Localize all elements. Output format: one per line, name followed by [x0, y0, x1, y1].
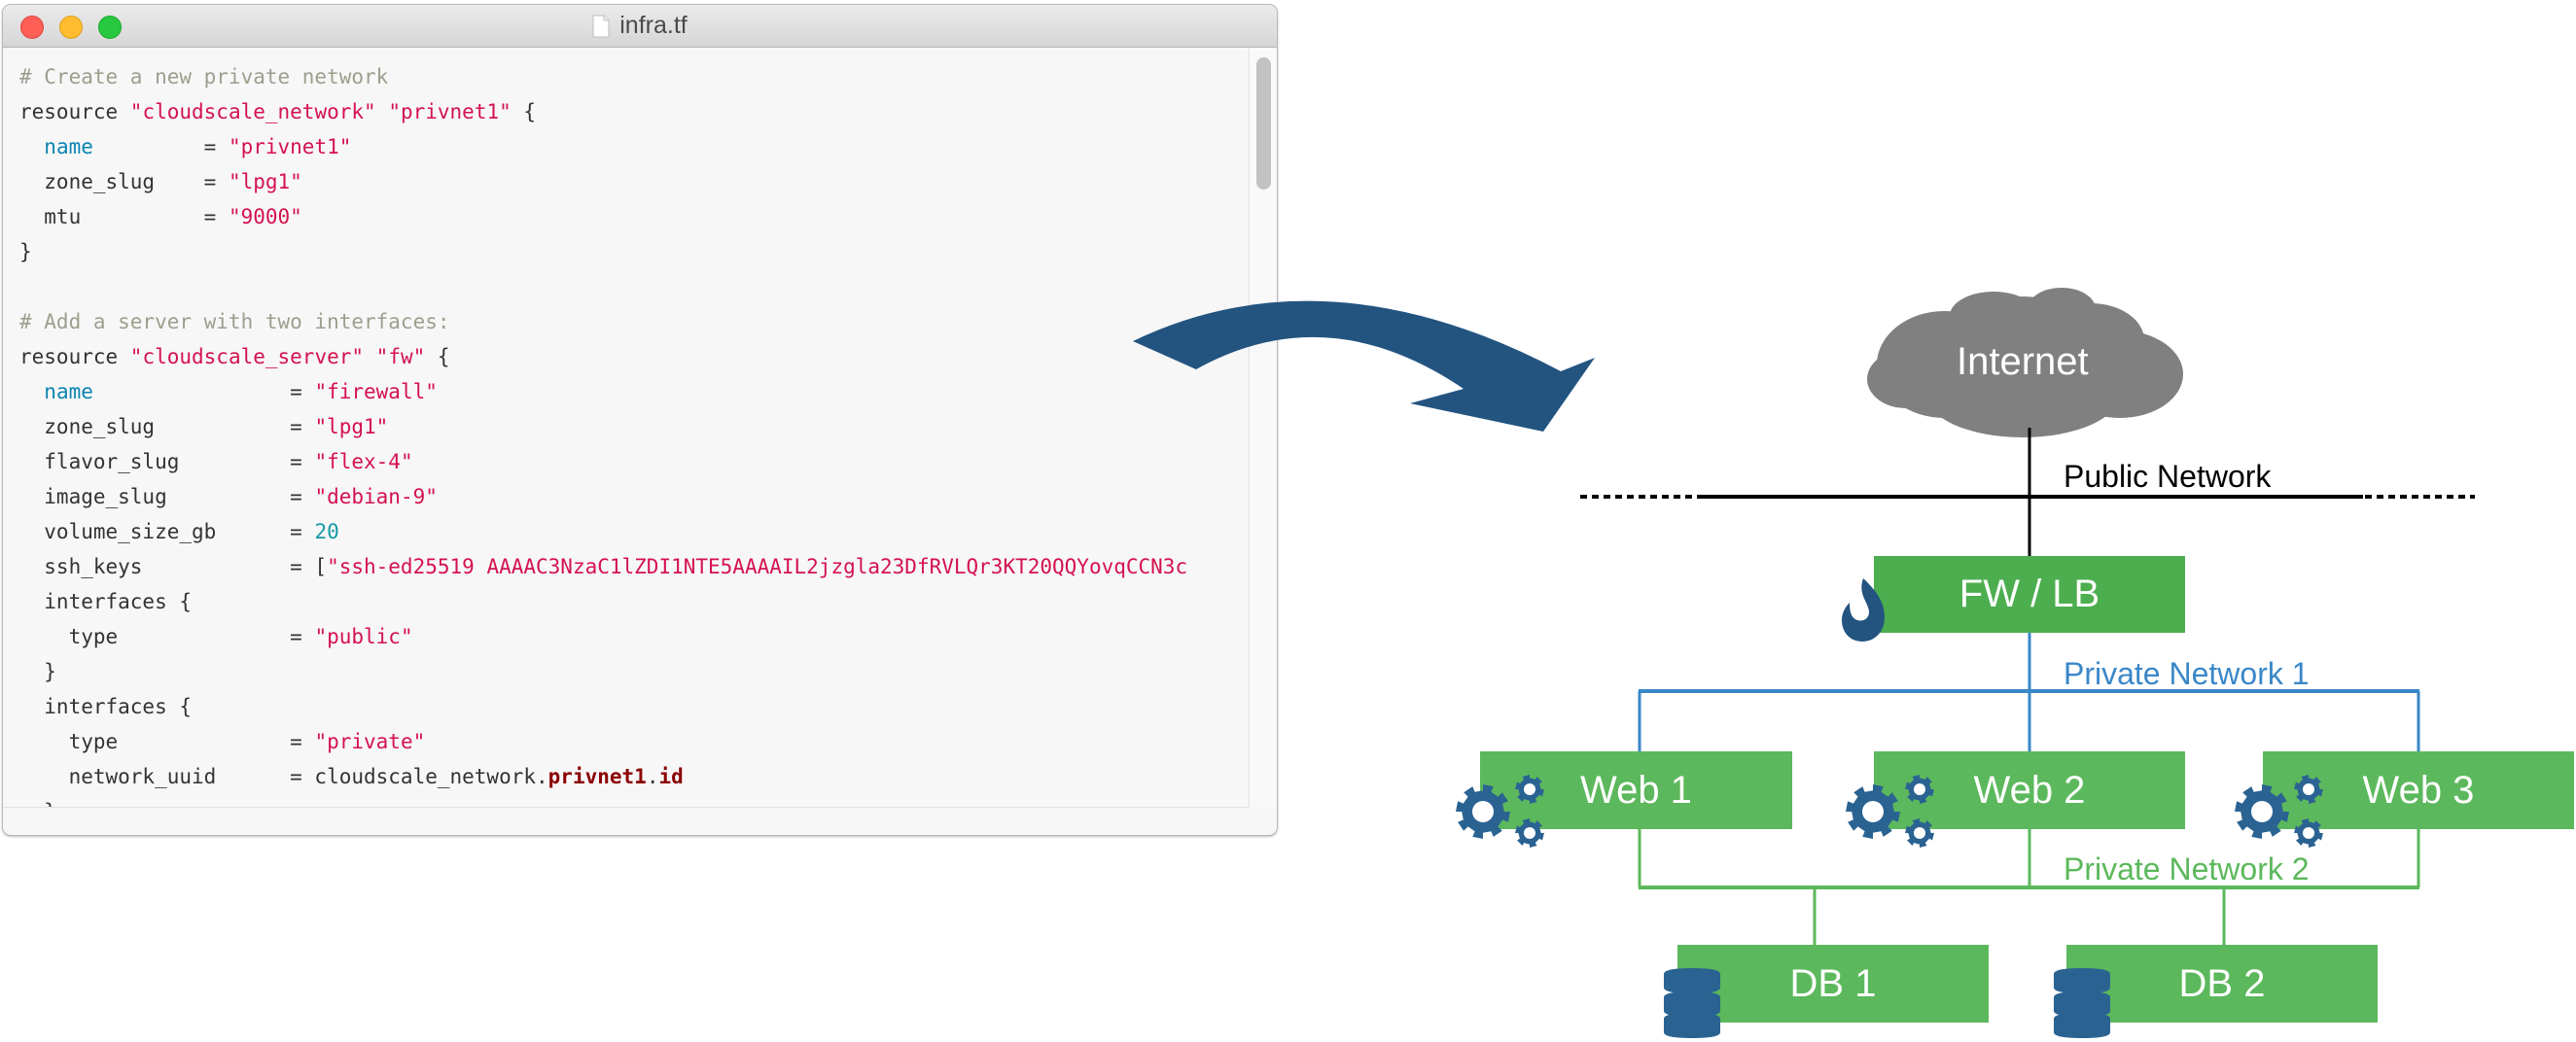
db-2-label: DB 2 — [2178, 961, 2266, 1005]
web-3-label: Web 3 — [2362, 768, 2475, 812]
web-2-label: Web 2 — [1973, 768, 2086, 812]
internet-label: Internet — [1957, 340, 2089, 383]
network-diagram: Internet Public Network FW / LB Private … — [0, 0, 2576, 1042]
gears-icon — [1456, 775, 1544, 848]
curved-arrow-icon — [1133, 300, 1595, 432]
private-network-1-label: Private Network 1 — [2064, 656, 2310, 691]
database-icon — [1664, 968, 1720, 1038]
db-1-label: DB 1 — [1789, 961, 1877, 1005]
fw-lb-label: FW / LB — [1958, 573, 2100, 615]
web-1-label: Web 1 — [1580, 768, 1692, 812]
database-icon — [2054, 968, 2110, 1038]
gears-icon — [2235, 775, 2323, 848]
gears-icon — [1846, 775, 1934, 848]
public-network-label: Public Network — [2064, 459, 2272, 494]
firewall-flame-icon — [1842, 578, 1885, 642]
fw-lb-node[interactable]: FW / LB — [1874, 556, 2185, 633]
